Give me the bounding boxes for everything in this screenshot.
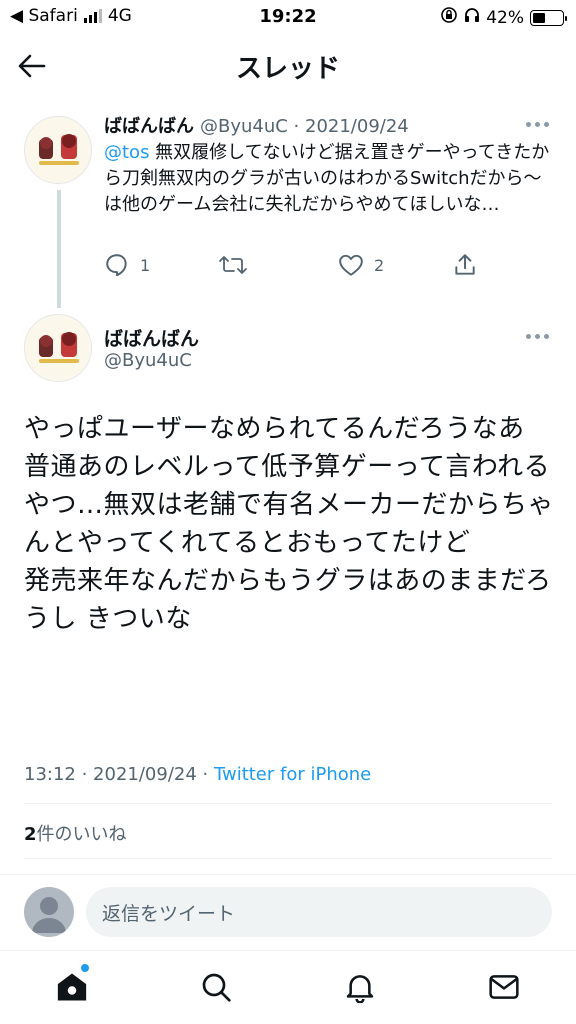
likes-count: 2 <box>24 824 37 845</box>
mention-link[interactable]: @tos <box>104 142 149 163</box>
tweet-timestamp: 13:12 · 2021/09/24 · Twitter for iPhone <box>24 764 371 785</box>
share-icon <box>455 254 475 275</box>
headphones-icon <box>464 7 480 28</box>
heart-icon <box>339 254 363 276</box>
tab-notifications[interactable] <box>340 967 380 1007</box>
thread-header: スレッド <box>0 34 576 96</box>
display-name[interactable]: ばばんばん <box>104 116 194 137</box>
battery-percent: 42% <box>486 7 524 28</box>
divider <box>24 803 552 804</box>
battery-level <box>533 12 545 23</box>
user-handle[interactable]: @Byu4uC <box>104 350 192 371</box>
my-avatar[interactable] <box>24 887 74 937</box>
tab-messages[interactable] <box>484 967 524 1007</box>
avatar[interactable] <box>24 314 92 382</box>
home-icon <box>57 973 87 1001</box>
more-options-icon[interactable] <box>526 120 552 128</box>
likes-summary[interactable]: 2件のいいね <box>24 820 127 846</box>
status-right: 42% <box>440 6 567 29</box>
battery-icon <box>530 9 567 26</box>
parent-tweet-text: @tos 無双履修してないけど据え置きゲーやってきたから刀剣無双内のグラが古いの… <box>104 140 554 218</box>
search-icon <box>202 973 231 1002</box>
reply-bar: 返信をツイート <box>0 874 576 950</box>
like-button[interactable]: 2 <box>338 252 384 278</box>
notifications-icon <box>346 975 374 1003</box>
bottom-tab-bar <box>0 950 576 1024</box>
tab-home[interactable] <box>52 967 92 1007</box>
tweet-meta: @Byu4uC · 2021/09/24 <box>200 116 409 137</box>
messages-icon <box>489 975 519 999</box>
avatar[interactable] <box>24 116 92 184</box>
parent-tweet-header: ばばんばん @Byu4uC · 2021/09/24 <box>104 112 409 138</box>
retweet-icon <box>219 256 247 274</box>
rotation-lock-icon <box>440 6 458 29</box>
tab-search[interactable] <box>196 967 236 1007</box>
reply-input[interactable]: 返信をツイート <box>86 887 552 937</box>
display-name[interactable]: ばばんばん <box>104 324 199 351</box>
parent-tweet-actions: 1 2 <box>104 252 554 282</box>
reply-button[interactable]: 1 <box>104 252 150 278</box>
likes-label: 件のいいね <box>36 824 127 845</box>
share-button[interactable] <box>452 252 478 278</box>
status-bar: ◀ Safari 4G 19:22 42% <box>0 0 576 34</box>
thread-connector <box>57 190 61 308</box>
page-title: スレッド <box>235 54 340 84</box>
main-tweet-text: やっぱユーザーなめられてるんだろうなあ 普通あのレベルって低予算ゲーって言われる… <box>24 414 555 634</box>
more-options-icon[interactable] <box>526 332 552 340</box>
tweet-source-link[interactable]: Twitter for iPhone <box>214 764 371 785</box>
reply-count: 1 <box>140 255 151 275</box>
like-count: 2 <box>374 255 385 275</box>
new-content-dot <box>81 964 89 972</box>
reply-icon <box>106 254 127 277</box>
parent-tweet-body: 無双履修してないけど据え置きゲーやってきたから刀剣無双内のグラが古いのはわかるS… <box>104 142 550 215</box>
retweet-button[interactable] <box>218 252 248 278</box>
timestamp-text: 13:12 · 2021/09/24 · <box>24 764 214 785</box>
divider <box>24 858 552 859</box>
